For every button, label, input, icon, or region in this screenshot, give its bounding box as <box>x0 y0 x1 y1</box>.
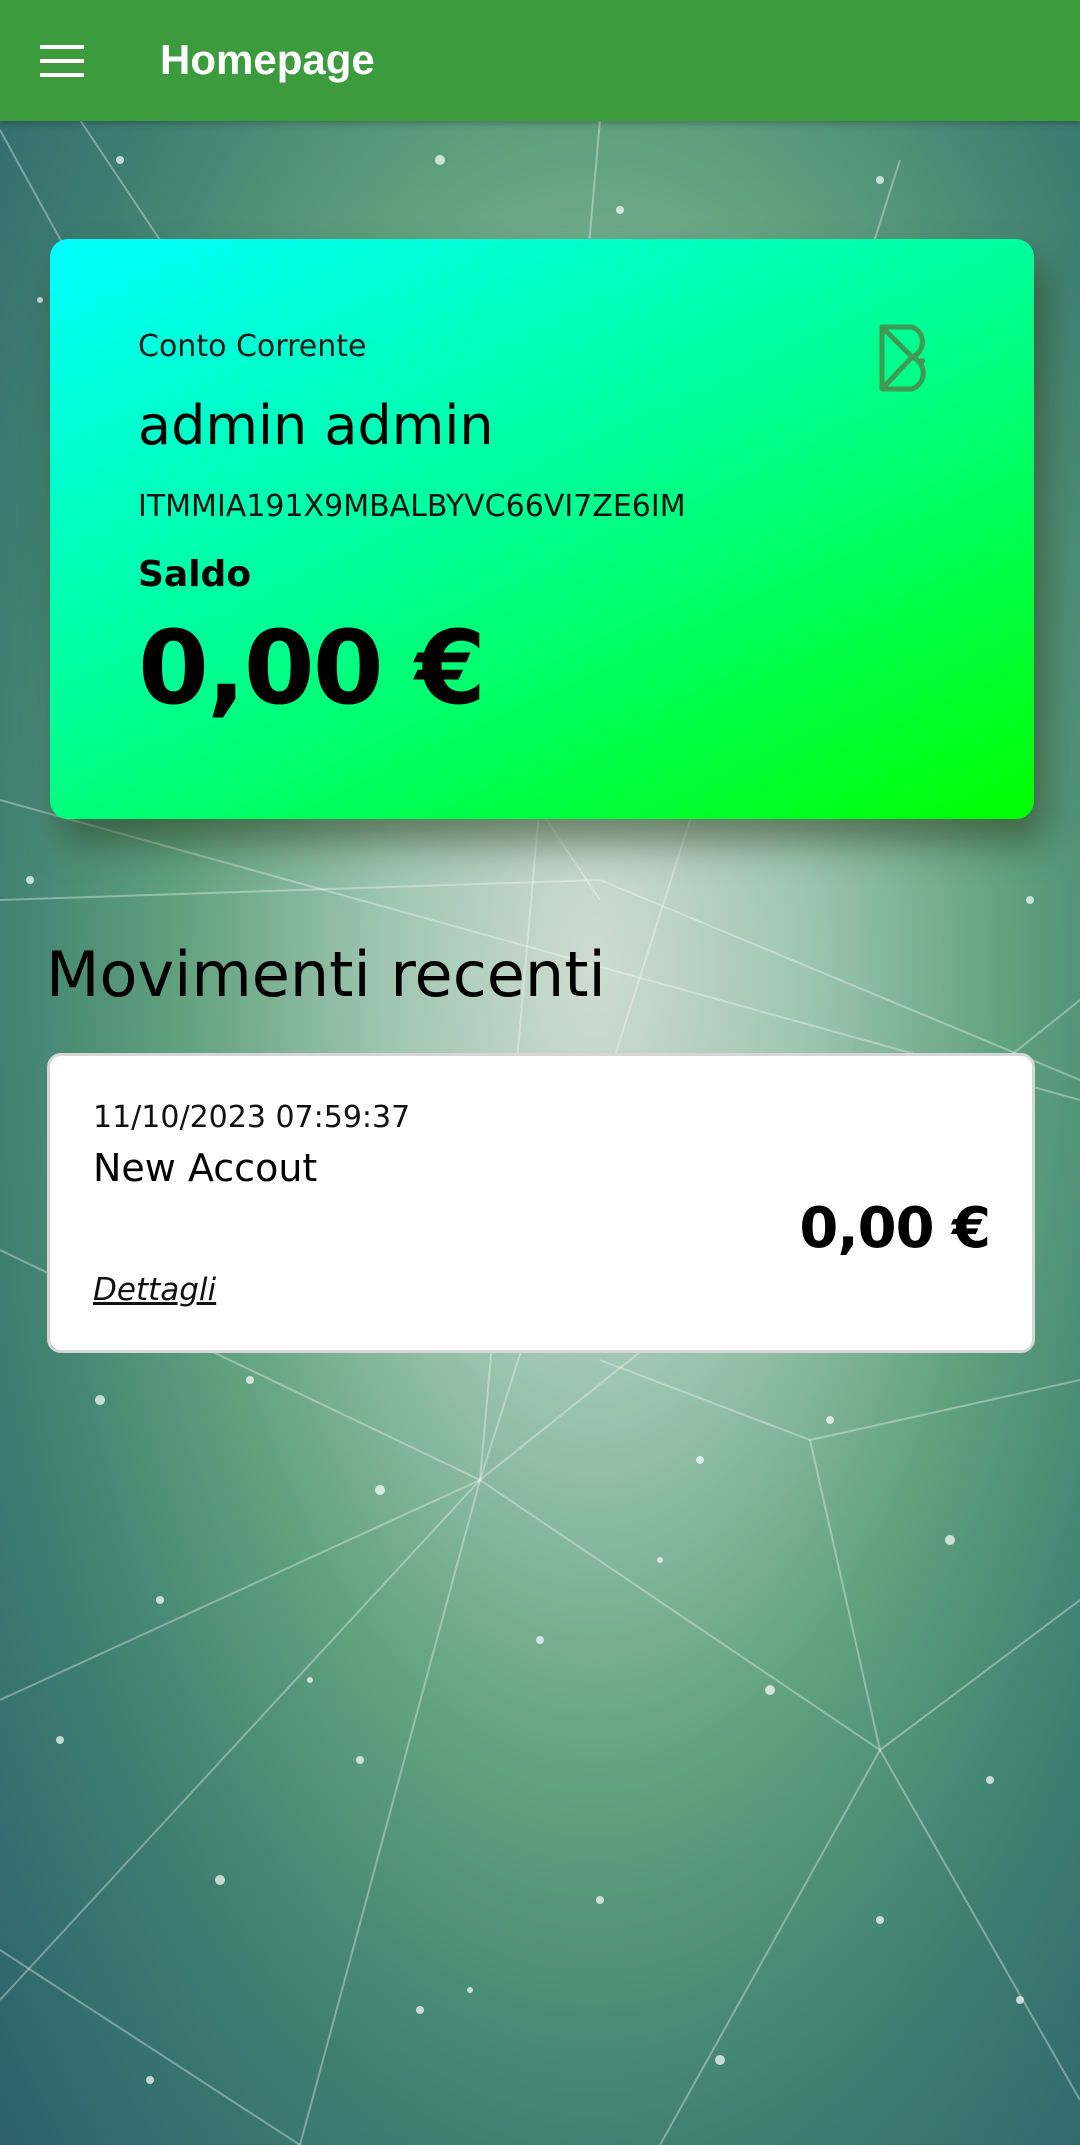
balance-label: Saldo <box>138 554 252 595</box>
hamburger-menu-icon <box>40 45 84 77</box>
balance-amount: 0,00 € <box>138 609 486 728</box>
recent-movements-title: Movimenti recenti <box>46 938 606 1011</box>
transaction-date: 11/10/2023 07:59:37 <box>93 1100 411 1135</box>
app-bar: Homepage <box>0 0 1080 121</box>
transaction-card[interactable]: 11/10/2023 07:59:37 New Accout 0,00 € De… <box>47 1053 1035 1353</box>
page-title: Homepage <box>160 36 375 83</box>
bank-logo-icon <box>879 324 926 392</box>
account-card[interactable]: Conto Corrente admin admin ITMMIA191X9MB… <box>50 239 1034 819</box>
account-iban: ITMMIA191X9MBALBYVC66VI7ZE6IM <box>138 489 686 524</box>
transaction-description: New Accout <box>93 1146 318 1190</box>
account-owner-name: admin admin <box>138 394 494 457</box>
transaction-amount: 0,00 € <box>799 1196 991 1261</box>
account-type-label: Conto Corrente <box>138 329 367 364</box>
transaction-details-link[interactable]: Dettagli <box>93 1272 216 1308</box>
menu-button[interactable] <box>22 22 102 100</box>
